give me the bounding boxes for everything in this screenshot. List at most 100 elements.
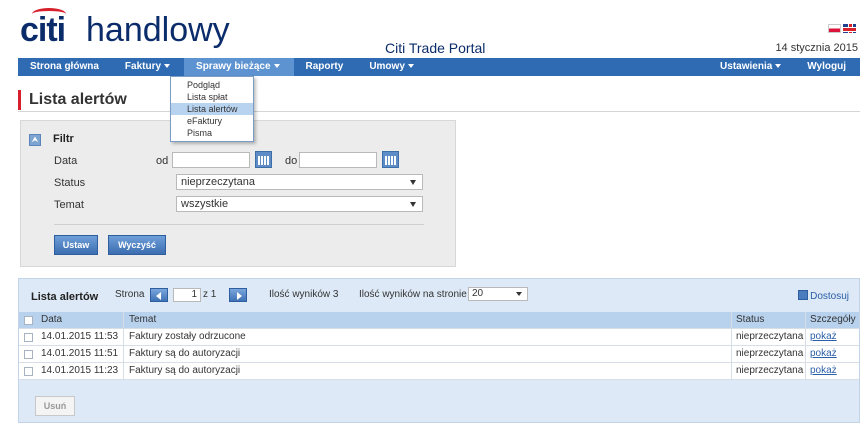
- dropdown-arrow-icon: [516, 292, 522, 296]
- col-header-szczegoly: Szczegóły: [810, 314, 856, 325]
- page-number-input[interactable]: 1: [173, 288, 201, 302]
- dostosuj-label: Dostosuj: [810, 291, 849, 302]
- portal-title: Citi Trade Portal: [385, 40, 486, 56]
- caret-down-icon: [164, 64, 171, 69]
- dropdown-arrow-icon: [410, 180, 416, 185]
- column-separator: [123, 312, 124, 329]
- pokaz-link[interactable]: pokaż: [810, 363, 837, 379]
- result-count: Ilość wyników 3: [269, 289, 339, 300]
- caret-down-icon: [273, 64, 280, 69]
- results-panel: Lista alertów Strona 1 z 1 Ilość wyników…: [18, 278, 860, 423]
- prev-page-icon[interactable]: [150, 288, 168, 302]
- temat-label: Temat: [54, 199, 84, 211]
- table-row: 14.01.2015 11:51 Faktury są do autoryzac…: [19, 346, 859, 363]
- od-label: od: [156, 155, 169, 167]
- collapse-up-icon[interactable]: ⮝: [29, 134, 41, 146]
- language-flags: [828, 24, 856, 33]
- nav-umowy[interactable]: Umowy: [357, 58, 428, 76]
- pokaz-link[interactable]: pokaż: [810, 329, 837, 345]
- table-row: 14.01.2015 11:23 Faktury są do autoryzac…: [19, 363, 859, 380]
- flag-pl-icon[interactable]: [828, 24, 841, 33]
- menu-item-pisma[interactable]: Pisma: [171, 127, 253, 139]
- date-from-input[interactable]: [172, 152, 250, 168]
- nav-raporty[interactable]: Raporty: [294, 58, 358, 76]
- current-date: 14 stycznia 2015: [775, 42, 858, 54]
- next-page-icon[interactable]: [229, 288, 247, 302]
- column-separator: [123, 363, 124, 380]
- usun-button[interactable]: Usuń: [35, 396, 75, 416]
- nav-sprawy-biezace[interactable]: Sprawy bieżące: [184, 58, 294, 76]
- row-checkbox[interactable]: [24, 333, 33, 342]
- dropdown-arrow-icon: [410, 202, 416, 207]
- filter-divider: [54, 224, 424, 225]
- row-status: nieprzeczytana: [736, 331, 804, 342]
- nav-ustawienia[interactable]: Ustawienia: [708, 58, 795, 76]
- nav-faktury[interactable]: Faktury: [113, 58, 184, 76]
- do-label: do: [285, 155, 298, 167]
- row-checkbox[interactable]: [24, 367, 33, 376]
- page-of-text: z 1: [203, 289, 217, 300]
- logo-citi: citi: [20, 11, 66, 49]
- title-divider: [18, 111, 860, 112]
- row-date: 14.01.2015 11:23: [41, 365, 119, 376]
- strona-label: Strona: [115, 289, 145, 300]
- col-header-data[interactable]: Data: [41, 312, 62, 328]
- per-page-value: 20: [472, 288, 484, 299]
- alerts-table: Data Temat Status Szczegóły 14.01.2015 1…: [19, 312, 859, 380]
- row-checkbox[interactable]: [24, 350, 33, 359]
- flag-uk-icon[interactable]: [843, 24, 856, 33]
- column-separator: [805, 346, 806, 363]
- row-temat: Faktury są do autoryzacji: [129, 365, 241, 376]
- per-page-label: Ilość wyników na stronie: [359, 289, 467, 300]
- main-nav: Strona główna Faktury Sprawy bieżące Rap…: [18, 58, 860, 76]
- status-select[interactable]: nieprzeczytana: [176, 174, 423, 190]
- dostosuj-link[interactable]: Dostosuj: [798, 290, 849, 302]
- per-page-select[interactable]: 20: [468, 287, 528, 301]
- row-date: 14.01.2015 11:51: [41, 348, 119, 359]
- table-row: 14.01.2015 11:53 Faktury zostały odrzuco…: [19, 329, 859, 346]
- column-separator: [731, 363, 732, 380]
- menu-item-lista-alertow[interactable]: Lista alertów: [171, 103, 253, 115]
- temat-select[interactable]: wszystkie: [176, 196, 423, 212]
- column-separator: [805, 329, 806, 346]
- caret-down-icon: [775, 64, 782, 69]
- ustaw-button[interactable]: Ustaw: [54, 235, 98, 255]
- row-temat: Faktury zostały odrzucone: [129, 331, 246, 342]
- row-status: nieprzeczytana: [736, 348, 804, 359]
- col-header-status[interactable]: Status: [736, 312, 764, 328]
- select-all-checkbox[interactable]: [24, 316, 33, 325]
- row-temat: Faktury są do autoryzacji: [129, 348, 241, 359]
- menu-item-efaktury[interactable]: eFaktury: [171, 115, 253, 127]
- column-separator: [731, 329, 732, 346]
- results-title: Lista alertów: [31, 291, 99, 303]
- nav-strona-glowna[interactable]: Strona główna: [18, 58, 113, 76]
- status-label: Status: [54, 177, 86, 189]
- row-status: nieprzeczytana: [736, 365, 804, 376]
- menu-item-lista-splat[interactable]: Lista spłat: [171, 91, 253, 103]
- filter-panel: ⮝ Filtr Data od do Status nieprzeczytana…: [20, 120, 456, 267]
- sprawy-dropdown-menu: Podgląd Lista spłat Lista alertów eFaktu…: [170, 76, 254, 142]
- column-separator: [805, 312, 806, 329]
- data-label: Data: [54, 155, 78, 167]
- calendar-icon[interactable]: [255, 151, 272, 168]
- col-header-temat[interactable]: Temat: [129, 312, 156, 328]
- edit-icon: [798, 290, 809, 300]
- row-date: 14.01.2015 11:53: [41, 331, 119, 342]
- date-to-input[interactable]: [299, 152, 377, 168]
- caret-down-icon: [407, 64, 414, 69]
- nav-wyloguj[interactable]: Wyloguj: [795, 58, 860, 76]
- column-separator: [731, 312, 732, 329]
- page-title: Lista alertów: [18, 90, 127, 110]
- logo-handlowy: handlowy: [86, 11, 230, 49]
- status-select-value: nieprzeczytana: [181, 176, 255, 188]
- table-header-row: Data Temat Status Szczegóły: [19, 312, 859, 329]
- column-separator: [123, 329, 124, 346]
- wyczysc-button[interactable]: Wyczyść: [108, 235, 166, 255]
- menu-item-podglad[interactable]: Podgląd: [171, 79, 253, 91]
- column-separator: [123, 346, 124, 363]
- pokaz-link[interactable]: pokaż: [810, 346, 837, 362]
- temat-select-value: wszystkie: [181, 198, 229, 210]
- calendar-icon[interactable]: [382, 151, 399, 168]
- filter-heading: Filtr: [53, 133, 74, 145]
- column-separator: [731, 346, 732, 363]
